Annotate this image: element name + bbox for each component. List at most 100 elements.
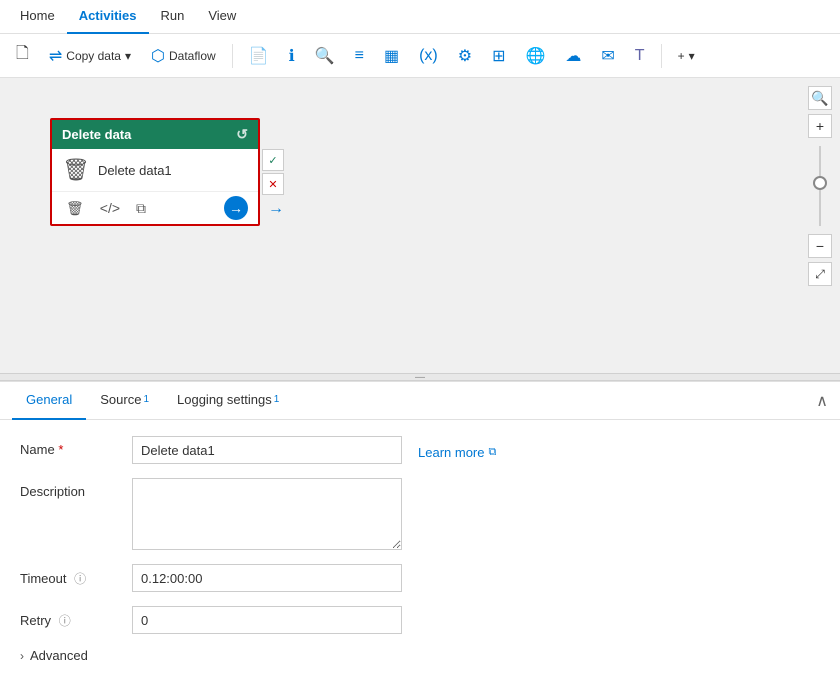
globe-icon: 🌐 bbox=[525, 46, 545, 66]
activity-node[interactable]: Delete data ↺ 🗑 Delete data1 ✓ ✕ 🗑 </> ⧉… bbox=[50, 118, 260, 226]
timeout-info-icon: ⓘ bbox=[74, 572, 86, 586]
tb-icon-10[interactable]: ☁ bbox=[557, 42, 589, 70]
form-area: Name * Learn more ⧉ Description Timeout bbox=[0, 420, 840, 679]
list-icon: ≡ bbox=[355, 47, 364, 65]
info-circle-icon: ℹ bbox=[289, 46, 295, 66]
toolbar: 🗋 ⇌ Copy data ▾ ⬡ Dataflow 📄 ℹ 🔍 ≡ ▦ (x)… bbox=[0, 34, 840, 78]
copy-icon[interactable]: ⧉ bbox=[132, 198, 150, 219]
advanced-row[interactable]: › Advanced bbox=[20, 648, 820, 663]
tb-icon-7[interactable]: ⚙ bbox=[450, 42, 480, 70]
collapse-indicator: — bbox=[415, 372, 425, 383]
tb-icon-12[interactable]: T bbox=[627, 43, 653, 69]
menu-bar: Home Activities Run View bbox=[0, 0, 840, 34]
settings-icon: ⚙ bbox=[458, 46, 472, 66]
tab-source-label: Source bbox=[100, 392, 141, 407]
name-input[interactable] bbox=[132, 436, 402, 464]
activity-title: Delete data bbox=[62, 127, 131, 142]
delete-activity-button[interactable]: ✕ bbox=[262, 173, 284, 195]
copy-data-chevron-icon: ▾ bbox=[125, 49, 131, 63]
timeout-label: Timeout ⓘ bbox=[20, 564, 120, 587]
name-required-star: * bbox=[58, 442, 63, 457]
name-label: Name * bbox=[20, 436, 120, 457]
tab-logging-label: Logging settings bbox=[177, 392, 272, 407]
tb-icon-4[interactable]: ≡ bbox=[347, 43, 372, 69]
connect-right-icon[interactable]: → bbox=[268, 200, 284, 218]
tb-icon-8[interactable]: ⊞ bbox=[484, 42, 513, 70]
activity-undo-icon: ↺ bbox=[236, 126, 248, 143]
go-button[interactable]: → bbox=[224, 196, 248, 220]
activity-header: Delete data ↺ bbox=[52, 120, 258, 149]
code-icon[interactable]: </> bbox=[96, 198, 124, 218]
learn-more-link[interactable]: Learn more ⧉ bbox=[418, 445, 496, 460]
panel-collapse-icon[interactable]: ∧ bbox=[816, 391, 828, 411]
dataflow-label: Dataflow bbox=[169, 49, 216, 63]
description-label: Description bbox=[20, 478, 120, 499]
search-canvas-button[interactable]: 🔍 bbox=[808, 86, 832, 110]
description-row: Description bbox=[20, 478, 820, 550]
retry-info-icon: ⓘ bbox=[59, 614, 71, 628]
tab-logging[interactable]: Logging settings 1 bbox=[163, 382, 293, 420]
copy-data-button[interactable]: ⇌ Copy data ▾ bbox=[41, 42, 139, 70]
tab-source-badge: 1 bbox=[143, 394, 149, 405]
canvas-zoom-controls: 🔍 + − ⤢ bbox=[808, 86, 832, 286]
canvas-area: Delete data ↺ 🗑 Delete data1 ✓ ✕ 🗑 </> ⧉… bbox=[0, 78, 840, 373]
retry-input[interactable] bbox=[132, 606, 402, 634]
copy-data-label: Copy data bbox=[66, 49, 121, 63]
zoom-slider-container bbox=[819, 142, 821, 230]
add-label: + bbox=[678, 49, 685, 63]
page-icon-btn[interactable]: 🗋 bbox=[8, 38, 37, 73]
timeout-input[interactable] bbox=[132, 564, 402, 592]
zoom-thumb[interactable] bbox=[813, 176, 827, 190]
tb-icon-3[interactable]: 🔍 bbox=[307, 42, 343, 70]
menu-activities[interactable]: Activities bbox=[67, 0, 149, 34]
tb-icon-2[interactable]: ℹ bbox=[281, 42, 303, 70]
timeout-row: Timeout ⓘ bbox=[20, 564, 820, 592]
tab-general[interactable]: General bbox=[12, 382, 86, 420]
activity-name-label: Delete data1 bbox=[98, 163, 172, 178]
menu-view[interactable]: View bbox=[196, 0, 248, 34]
teams-icon: T bbox=[635, 47, 645, 65]
tb-icon-5[interactable]: ▦ bbox=[376, 42, 407, 70]
activity-footer: 🗑 </> ⧉ → → bbox=[52, 191, 258, 224]
dataflow-icon: ⬡ bbox=[151, 46, 165, 66]
menu-home[interactable]: Home bbox=[8, 0, 67, 34]
learn-more-label: Learn more bbox=[418, 445, 484, 460]
name-row: Name * Learn more ⧉ bbox=[20, 436, 820, 464]
email-icon: ✉ bbox=[601, 46, 614, 66]
menu-run[interactable]: Run bbox=[149, 0, 197, 34]
add-chevron-icon: ▾ bbox=[689, 49, 695, 63]
tab-general-label: General bbox=[26, 392, 72, 407]
search-icon: 🔍 bbox=[315, 46, 335, 66]
tabs-left: General Source 1 Logging settings 1 bbox=[12, 382, 293, 419]
tab-logging-badge: 1 bbox=[274, 394, 280, 405]
advanced-chevron-icon: › bbox=[20, 649, 24, 663]
description-input[interactable] bbox=[132, 478, 402, 550]
dataflow-button[interactable]: ⬡ Dataflow bbox=[143, 42, 224, 70]
tb-icon-11[interactable]: ✉ bbox=[593, 42, 622, 70]
toolbar-separator-1 bbox=[232, 44, 233, 68]
columns-icon: ⊞ bbox=[492, 46, 505, 66]
toolbar-separator-2 bbox=[661, 44, 662, 68]
tab-source[interactable]: Source 1 bbox=[86, 382, 163, 420]
add-more-button[interactable]: + ▾ bbox=[670, 45, 703, 67]
delete-icon: 🗑 bbox=[62, 157, 90, 183]
advanced-label: Advanced bbox=[30, 648, 88, 663]
zoom-in-button[interactable]: + bbox=[808, 114, 832, 138]
tabs-row: General Source 1 Logging settings 1 ∧ bbox=[0, 382, 840, 420]
cloud-icon: ☁ bbox=[565, 46, 581, 66]
bottom-panel: General Source 1 Logging settings 1 ∧ Na… bbox=[0, 381, 840, 679]
zoom-out-button[interactable]: − bbox=[808, 234, 832, 258]
doc-icon: 📄 bbox=[249, 46, 269, 66]
collapse-bar[interactable]: — bbox=[0, 373, 840, 381]
copy-data-icon: ⇌ bbox=[49, 46, 62, 66]
retry-label: Retry ⓘ bbox=[20, 606, 120, 629]
activity-body: 🗑 Delete data1 ✓ ✕ bbox=[52, 149, 258, 191]
trash-footer-icon[interactable]: 🗑 bbox=[62, 198, 88, 219]
tb-icon-6[interactable]: (x) bbox=[411, 43, 446, 69]
tb-icon-9[interactable]: 🌐 bbox=[517, 42, 553, 70]
page-icon: 🗋 bbox=[16, 42, 29, 69]
tb-icon-1[interactable]: 📄 bbox=[241, 42, 277, 70]
validate-button[interactable]: ✓ bbox=[262, 149, 284, 171]
zoom-track[interactable] bbox=[819, 146, 821, 226]
fit-view-button[interactable]: ⤢ bbox=[808, 262, 832, 286]
